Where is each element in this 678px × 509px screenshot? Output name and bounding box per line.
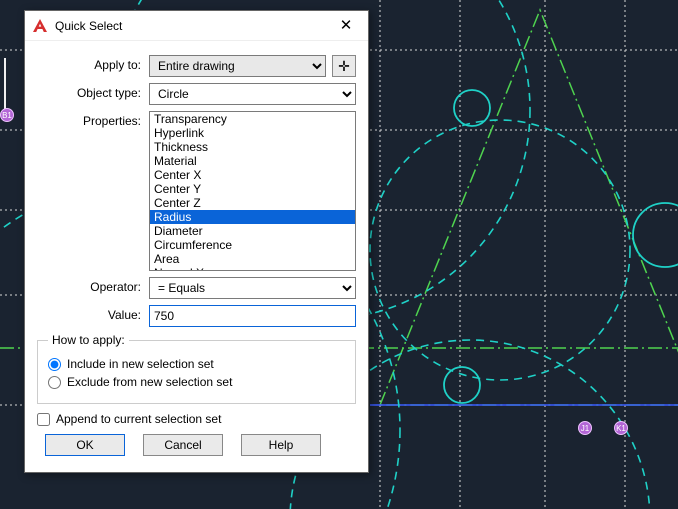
property-item[interactable]: Radius [150,210,355,224]
apply-to-label: Apply to: [37,55,149,72]
object-type-label: Object type: [37,83,149,100]
properties-listbox[interactable]: TransparencyHyperlinkThicknessMaterialCe… [149,111,356,271]
value-label: Value: [37,305,149,322]
properties-label: Properties: [37,111,149,128]
include-radio[interactable] [48,358,61,371]
pick-objects-button[interactable]: ✛ [332,55,356,77]
property-item[interactable]: Center X [150,168,355,182]
close-icon: ✕ [340,18,353,33]
apply-to-select[interactable]: Entire drawing [149,55,326,77]
operator-select[interactable]: = Equals [149,277,356,299]
property-item[interactable]: Diameter [150,224,355,238]
dialog-title: Quick Select [55,19,326,33]
marker-b1: B1 [0,108,14,122]
help-button[interactable]: Help [241,434,321,456]
property-item[interactable]: Center Z [150,196,355,210]
property-item[interactable]: Normal X [150,266,355,271]
how-to-apply-legend: How to apply: [48,333,129,347]
property-item[interactable]: Circumference [150,238,355,252]
cancel-button[interactable]: Cancel [143,434,223,456]
ok-button[interactable]: OK [45,434,125,456]
property-item[interactable]: Center Y [150,182,355,196]
how-to-apply-group: How to apply: Include in new selection s… [37,333,356,404]
exclude-radio[interactable] [48,376,61,389]
property-item[interactable]: Thickness [150,140,355,154]
titlebar[interactable]: Quick Select ✕ [25,11,368,41]
object-type-select[interactable]: Circle [149,83,356,105]
operator-label: Operator: [37,277,149,294]
property-item[interactable]: Area [150,252,355,266]
exclude-label: Exclude from new selection set [67,375,232,389]
marker-k1: K1 [614,421,628,435]
property-item[interactable]: Transparency [150,112,355,126]
value-input[interactable] [149,305,356,327]
property-item[interactable]: Material [150,154,355,168]
crosshair-icon: ✛ [338,58,350,75]
quick-select-dialog: Quick Select ✕ Apply to: Entire drawing … [24,10,369,473]
append-label: Append to current selection set [56,412,221,426]
append-checkbox[interactable] [37,413,50,426]
property-item[interactable]: Hyperlink [150,126,355,140]
autocad-icon [31,17,49,35]
include-label: Include in new selection set [67,357,214,371]
close-button[interactable]: ✕ [326,12,366,40]
marker-j1: J1 [578,421,592,435]
